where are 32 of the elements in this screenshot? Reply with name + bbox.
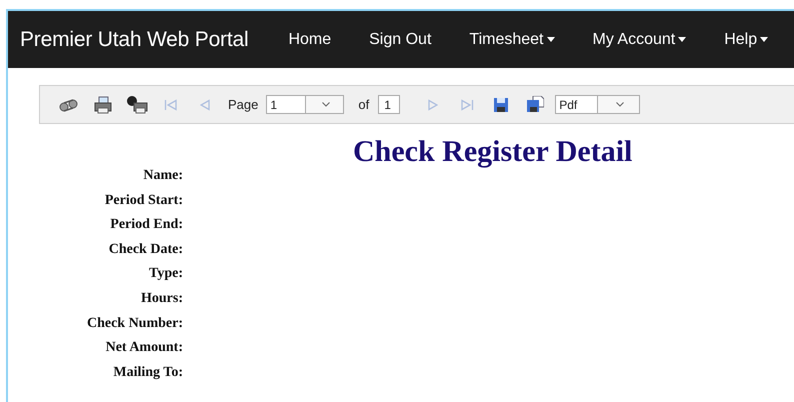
printer-button[interactable] <box>92 94 114 116</box>
save-as-icon <box>526 96 544 113</box>
dropdown-icon <box>597 96 640 113</box>
report-title: Check Register Detail <box>353 134 632 170</box>
printer-icon <box>93 96 113 114</box>
next-page-icon <box>428 98 438 110</box>
field-label: Hours: <box>141 290 183 306</box>
field-label: Period End: <box>110 217 183 232</box>
nav-link[interactable]: Timesheet <box>450 30 574 48</box>
page-label: Page <box>228 97 258 112</box>
nav-link[interactable]: Help <box>705 30 788 48</box>
page-count-field: 1 <box>378 95 400 114</box>
nav-link[interactable]: Sign Out <box>350 30 450 48</box>
field-label: Name: <box>143 168 183 183</box>
field-label: Type: <box>149 266 183 282</box>
field-label: Check Number: <box>86 316 183 331</box>
previous-page-icon <box>200 98 210 110</box>
nav-link[interactable]: Home <box>269 30 350 48</box>
save-icon <box>493 96 510 112</box>
field-label: Net Amount: <box>106 340 183 356</box>
last-page-icon <box>460 98 474 110</box>
binoculars-icon <box>59 98 79 112</box>
of-label: of <box>358 97 370 112</box>
field-label: Period Start: <box>104 192 183 208</box>
field-label: Check Date: <box>108 242 183 257</box>
format-select[interactable]: Pdf <box>555 95 640 114</box>
nav-link[interactable]: My Account <box>574 30 706 48</box>
field-label: Mailing To: <box>113 364 183 380</box>
dropdown-icon <box>304 96 344 113</box>
first-page-icon <box>164 98 178 110</box>
page-select[interactable]: 1 <box>266 95 344 114</box>
site-title[interactable]: Premier Utah Web Portal <box>20 28 248 52</box>
